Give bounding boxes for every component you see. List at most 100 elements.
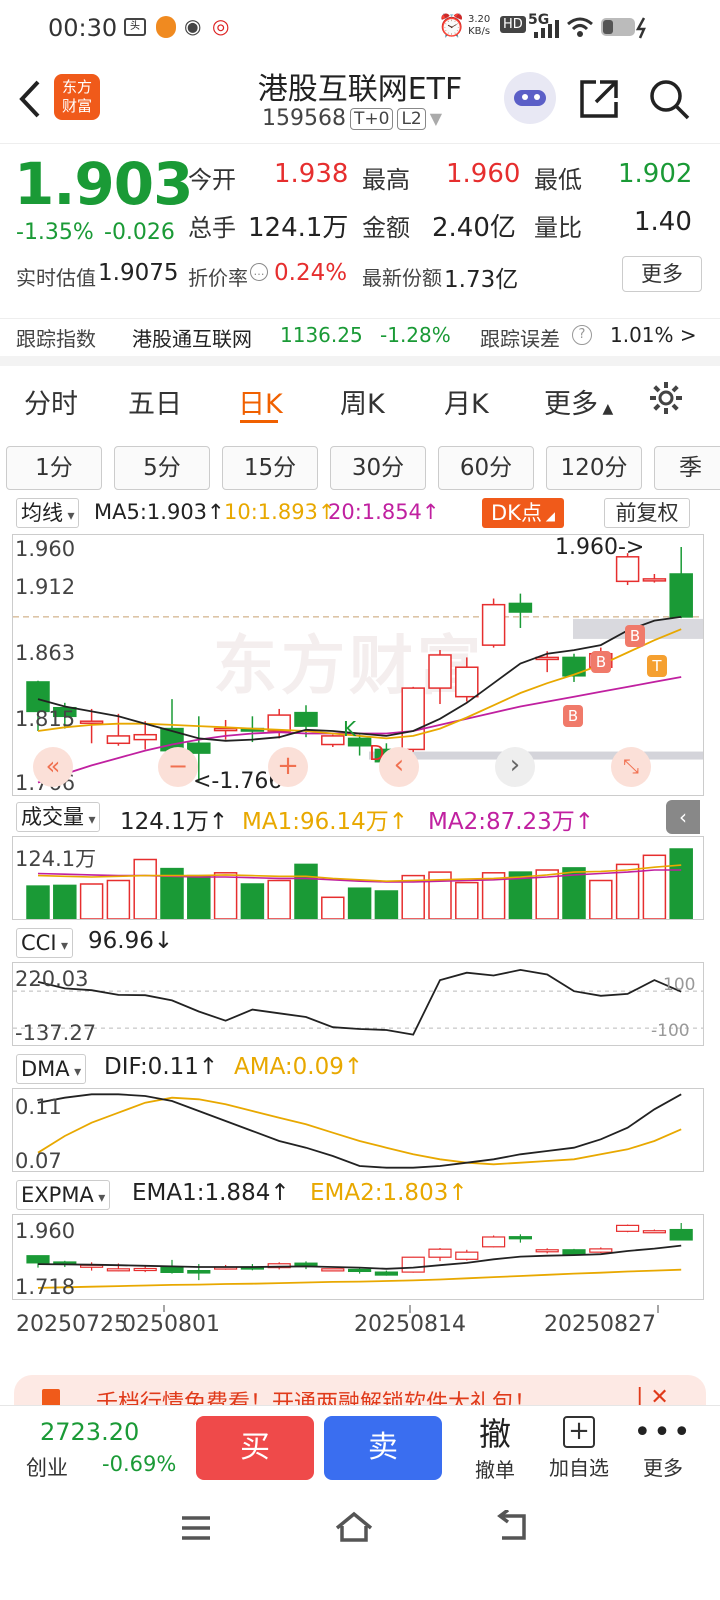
expma-candle-body: [482, 1236, 506, 1248]
status-bar: 00:30 头 ◉ ◎ ⏰ 3.20 KB/s HD 5G: [0, 0, 720, 56]
tab-daily-k[interactable]: 日K: [238, 382, 283, 421]
stock-header: 东方 财富 港股互联网ETF 159568 T+0 L2 ▼: [0, 56, 720, 144]
high-value: 1.960: [446, 159, 521, 189]
period-120min[interactable]: 120分: [546, 446, 642, 490]
settings-icon[interactable]: [648, 380, 684, 416]
expma-candle-body: [321, 1268, 345, 1272]
date-ticks: [12, 1300, 704, 1313]
volume-bar: [79, 883, 104, 919]
b-marker-2[interactable]: B: [591, 651, 611, 673]
market-index-change: -0.69%: [102, 1452, 177, 1476]
expma-y-top: 1.960: [15, 1219, 76, 1243]
ama-line: [37, 1096, 682, 1166]
dma-chart[interactable]: 0.11 0.07: [12, 1088, 704, 1173]
ama-value: AMA:0.09↑: [234, 1054, 364, 1080]
cci-y-bottom: -137.27: [15, 1021, 97, 1045]
b-marker-3[interactable]: B: [563, 705, 583, 727]
tab-more[interactable]: 更多 ▲: [544, 382, 613, 421]
scroll-left-icon[interactable]: ‹: [379, 747, 419, 787]
market-index-value[interactable]: 2723.20: [40, 1418, 139, 1446]
tracking-index-row[interactable]: 跟踪指数 港股通互联网 1136.25 -1.28% 跟踪误差 ? 1.01% …: [0, 318, 720, 366]
fullscreen-icon[interactable]: ⤡: [611, 747, 651, 787]
kline-chart[interactable]: 东方财富 1.960 1.912 1.863 1.815 1.766 1.960…: [12, 534, 704, 796]
expma-candle-body: [428, 1248, 452, 1258]
volume-label: 总手: [188, 214, 236, 242]
help-icon[interactable]: ?: [572, 325, 592, 345]
candle-body: [455, 666, 479, 698]
market-index-name[interactable]: 创业: [26, 1452, 68, 1482]
more-quote-button[interactable]: 更多: [622, 256, 702, 292]
date-label-1: 20250725: [16, 1312, 128, 1337]
add-label: 加自选: [549, 1456, 609, 1480]
more-label: 更多: [643, 1456, 683, 1480]
dk-point-button[interactable]: DK点 ◢: [482, 498, 564, 528]
vol-ratio-label: 量比: [534, 214, 582, 242]
more-menu-button[interactable]: ••• 更多: [628, 1414, 698, 1481]
tab-intraday[interactable]: 分时: [24, 382, 78, 421]
collapse-icon[interactable]: ‹: [666, 800, 700, 834]
wechat-icon: ◉: [184, 14, 202, 38]
share-icon[interactable]: [578, 78, 620, 120]
scroll-right-icon[interactable]: ›: [495, 747, 535, 787]
cancel-order-button[interactable]: 撤 撤单: [460, 1414, 530, 1483]
dma-selector[interactable]: DMA: [16, 1054, 87, 1084]
volume-chart[interactable]: 124.1万: [12, 836, 704, 920]
tab-five-day[interactable]: 五日: [128, 382, 182, 421]
more-dots-icon: •••: [633, 1415, 693, 1450]
home-icon[interactable]: [334, 1510, 374, 1544]
period-quarter[interactable]: 季: [654, 446, 720, 490]
expma-selector[interactable]: EXPMA: [16, 1180, 111, 1210]
period-5min[interactable]: 5分: [114, 446, 210, 490]
track-error-label: 跟踪误差: [480, 327, 560, 351]
b-marker-1[interactable]: B: [625, 625, 645, 647]
ma10-line: [37, 628, 682, 740]
zoom-in-icon[interactable]: +: [268, 747, 308, 787]
vol-ratio-value: 1.40: [634, 207, 692, 237]
ma-selector[interactable]: 均线: [16, 498, 80, 528]
zoom-out-icon[interactable]: −: [158, 747, 198, 787]
chart-tabs: 分时 五日 日K 周K 月K 更多 ▲: [0, 376, 720, 438]
recent-apps-icon[interactable]: [180, 1514, 212, 1542]
volume-selector[interactable]: 成交量: [16, 802, 101, 832]
sell-button[interactable]: 卖: [324, 1416, 442, 1480]
shares-value: 1.73亿: [444, 267, 519, 293]
volume-bar: [455, 881, 479, 919]
ai-assistant-icon[interactable]: [504, 72, 556, 124]
add-watchlist-button[interactable]: + 加自选: [542, 1414, 616, 1481]
expma-candle-body: [615, 1224, 640, 1232]
app-logo[interactable]: 东方 财富: [54, 74, 100, 120]
volume-bar: [213, 872, 238, 919]
candle-body: [669, 573, 693, 618]
search-icon[interactable]: [648, 78, 690, 120]
candle-body: [535, 656, 559, 661]
clock: 00:30: [48, 14, 118, 42]
track-index-name: 港股通互联网: [132, 327, 252, 351]
period-60min[interactable]: 60分: [438, 446, 534, 490]
stock-code-row[interactable]: 159568 T+0 L2 ▼: [262, 106, 442, 131]
buy-button[interactable]: 买: [196, 1416, 314, 1480]
info-icon[interactable]: …: [250, 263, 268, 281]
expma-chart[interactable]: 1.960 1.718: [12, 1214, 704, 1300]
cci-chart[interactable]: 220.03 -137.27 100 -100: [12, 962, 704, 1046]
high-annotation: 1.960->: [555, 535, 645, 560]
back-icon[interactable]: [16, 78, 42, 120]
cci-selector[interactable]: CCI: [16, 928, 74, 958]
ema2-value: EMA2:1.803↑: [310, 1180, 468, 1206]
t-marker[interactable]: T: [647, 655, 667, 677]
dma-legend: DMA DIF:0.11↑ AMA:0.09↑: [0, 1052, 720, 1086]
period-15min[interactable]: 15分: [222, 446, 318, 490]
adjust-button[interactable]: 前复权: [604, 498, 690, 528]
period-1min[interactable]: 1分: [6, 446, 102, 490]
scroll-left-fast-icon[interactable]: «: [33, 747, 73, 787]
tab-monthly-k[interactable]: 月K: [444, 382, 489, 421]
expma-candle-body: [562, 1249, 586, 1255]
period-30min[interactable]: 30分: [330, 446, 426, 490]
nav-back-icon[interactable]: [494, 1510, 530, 1544]
l2-tag: L2: [397, 107, 426, 130]
track-index-change: -1.28%: [380, 323, 451, 347]
expma-y-bottom: 1.718: [15, 1275, 76, 1299]
stock-code: 159568: [262, 106, 346, 131]
open-label: 今开: [188, 166, 236, 194]
tab-weekly-k[interactable]: 周K: [340, 382, 385, 421]
stock-title[interactable]: 港股互联网ETF: [200, 64, 520, 108]
